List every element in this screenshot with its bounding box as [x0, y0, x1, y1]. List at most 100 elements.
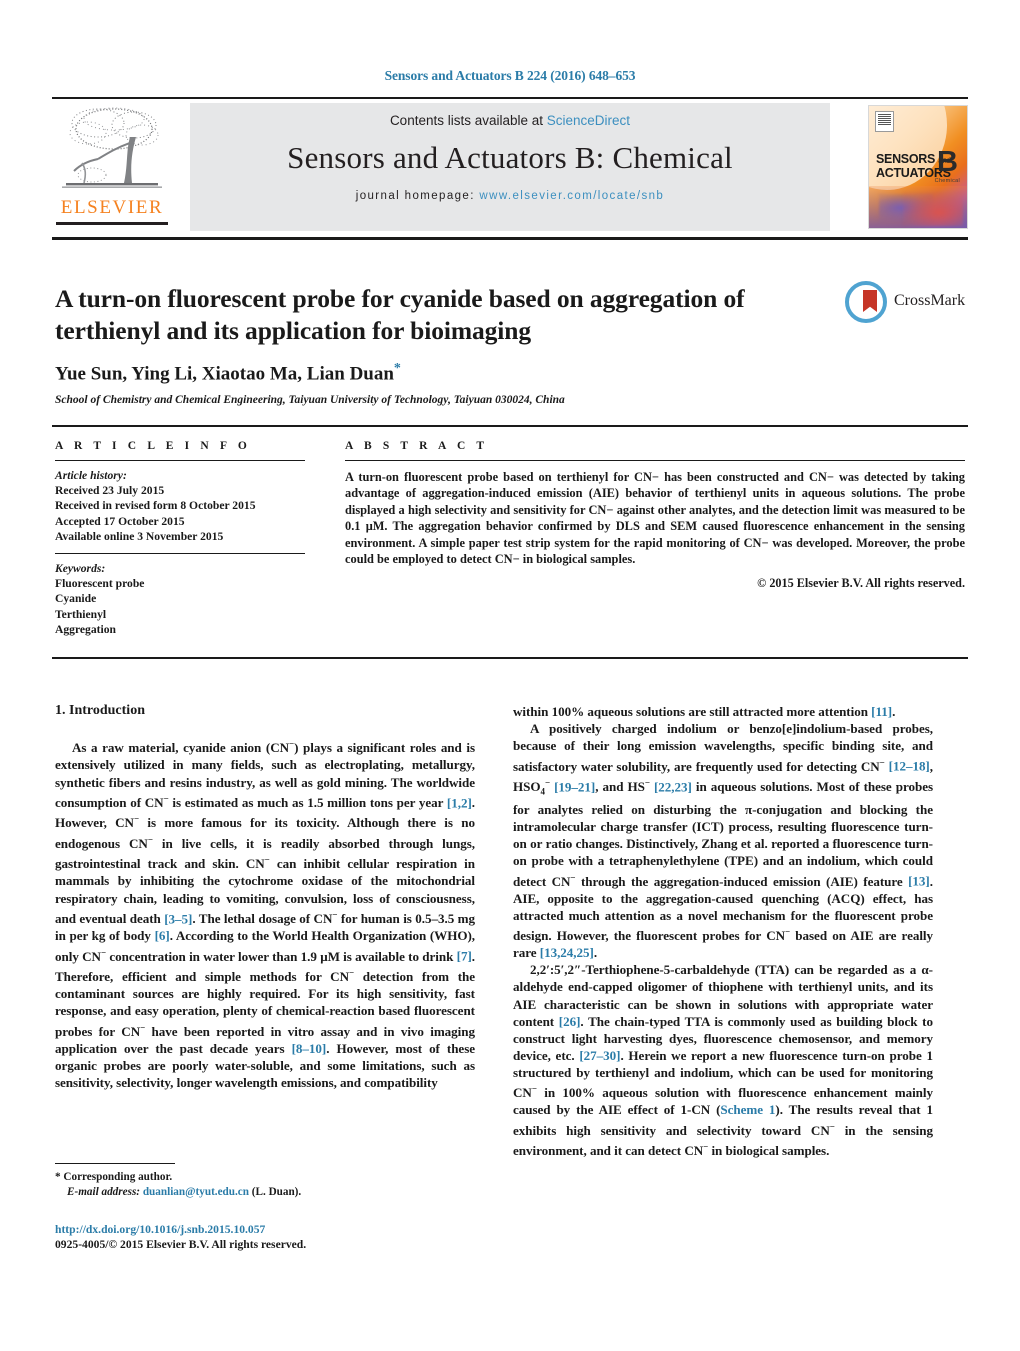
history-item: Received in revised form 8 October 2015 [55, 499, 256, 513]
citation-6[interactable]: [6] [155, 928, 170, 943]
cover-elsevier-mark-icon [875, 111, 894, 132]
crossmark-circle-icon [845, 281, 887, 323]
abstract-column: A B S T R A C T A turn-on fluorescent pr… [345, 440, 965, 591]
minus-superscript: − [147, 834, 153, 845]
elsevier-tree-icon [52, 103, 170, 199]
keyword-item: Aggregation [55, 622, 116, 636]
intro-paragraph-3: 2,2′:5′,2″-Terthiophene-5-carbaldehyde (… [513, 961, 933, 1159]
citation-3-5[interactable]: [3–5] [164, 911, 192, 926]
crossmark-badge[interactable]: CrossMark [845, 281, 965, 335]
journal-article-page: Sensors and Actuators B 224 (2016) 648–6… [0, 0, 1020, 1351]
issn-copyright-line: 0925-4005/© 2015 Elsevier B.V. All right… [55, 1238, 307, 1251]
contents-prefix: Contents lists available at [389, 113, 547, 128]
minus-superscript: − [785, 926, 791, 937]
abstract-heading: A B S T R A C T [345, 440, 489, 452]
cover-subtitle: Chemical [934, 178, 960, 184]
citation-22-23[interactable]: [22,23] [654, 779, 692, 794]
citation-8-10[interactable]: [8–10] [292, 1041, 327, 1056]
crossmark-flag-icon [863, 290, 877, 312]
introduction-heading: 1. Introduction [55, 703, 145, 718]
minus-superscript: − [531, 1084, 537, 1095]
citation-1-2[interactable]: [1,2] [447, 795, 472, 810]
journal-masthead: ELSEVIER Contents lists available at Sci… [52, 103, 968, 231]
intro-p2-f: . [593, 945, 598, 961]
journal-title: Sensors and Actuators B: Chemical [287, 140, 733, 175]
author-list: Yue Sun, Ying Li, Xiaotao Ma, Lian Duan* [55, 361, 815, 385]
abstract-rule [345, 460, 965, 461]
corresponding-author-marker: * [393, 361, 401, 376]
sciencedirect-link[interactable]: ScienceDirect [547, 113, 630, 128]
keyword-item: Fluorescent probe [55, 577, 145, 591]
info-panel-top-rule [52, 425, 968, 427]
footer-doi-block: http://dx.doi.org/10.1016/j.snb.2015.10.… [55, 1222, 475, 1252]
minus-superscript: − [100, 947, 107, 958]
journal-cover-thumbnail: SENSORS and ACTUATORS B Chemical [868, 105, 968, 229]
body-column-right: within 100% aqueous solutions are still … [513, 703, 933, 1159]
article-info-column: A R T I C L E I N F O Article history: R… [55, 440, 305, 637]
intro-p1-cont: within 100% aqueous solutions are still … [513, 704, 872, 719]
intro-paragraph-1: As a raw material, cyanide anion (CN−) p… [55, 736, 475, 1091]
intro-p1-a: As a raw material, cyanide anion (CN−) p… [55, 739, 476, 810]
cover-line-1: SENSORS [876, 152, 936, 166]
intro-p2-c: , and HS− [595, 777, 650, 795]
journal-homepage-line: journal homepage: www.elsevier.com/locat… [190, 190, 830, 202]
citation-19-21[interactable]: [19–21] [554, 779, 595, 794]
minus-superscript: − [140, 1022, 146, 1033]
email-link[interactable]: duanlian@tyut.edu.cn [143, 1186, 249, 1198]
body-column-left: 1. Introduction As a raw material, cyani… [55, 703, 475, 1091]
minus-superscript: − [163, 793, 169, 804]
intro-p1-end: . [892, 704, 896, 719]
header-rule [52, 97, 968, 99]
citation-26[interactable]: [26] [559, 1014, 581, 1029]
intro-p2-a: A positively charged indolium or benzo[e… [513, 721, 933, 774]
footnote-rule [55, 1163, 175, 1164]
abstract-text: A turn-on fluorescent probe based on ter… [345, 470, 965, 567]
contents-available-line: Contents lists available at ScienceDirec… [190, 113, 830, 128]
minus-superscript: − [829, 1121, 835, 1132]
minus-superscript: − [544, 777, 551, 788]
article-info-heading: A R T I C L E I N F O [55, 440, 251, 452]
citation-27-30[interactable]: [27–30] [579, 1048, 620, 1063]
masthead-banner: Contents lists available at ScienceDirec… [190, 103, 830, 231]
keywords-separator-rule [55, 553, 305, 555]
intro-paragraph-1-continued: within 100% aqueous solutions are still … [513, 703, 933, 720]
keywords-group: Keywords: Fluorescent probe Cyanide Tert… [55, 561, 305, 637]
citation-12-18[interactable]: [12–18] [889, 759, 930, 774]
history-item: Accepted 17 October 2015 [55, 514, 185, 528]
email-note: E-mail address: duanlian@tyut.edu.cn (L.… [55, 1185, 475, 1200]
masthead-bottom-rule [52, 237, 968, 240]
abstract-copyright: © 2015 Elsevier B.V. All rights reserved… [757, 576, 965, 591]
citation-7[interactable]: [7] [457, 949, 472, 964]
intro-p1-e: . Therefore, efficient and simple method… [55, 948, 476, 1056]
author-names: Yue Sun, Ying Li, Xiaotao Ma, Lian Duan [55, 363, 394, 385]
article-history-label: Article history: [55, 469, 127, 482]
citation-11[interactable]: [11] [871, 704, 892, 719]
scheme-1-link[interactable]: Scheme 1 [720, 1102, 775, 1117]
minus-superscript: − [644, 777, 650, 788]
intro-paragraph-2: A positively charged indolium or benzo[e… [513, 720, 933, 961]
cover-series-letter: B [937, 146, 958, 178]
minus-superscript: − [703, 1142, 709, 1153]
keyword-item: Cyanide [55, 592, 97, 606]
minus-superscript: − [289, 739, 295, 749]
corresponding-author-note: * Corresponding author. [55, 1171, 173, 1183]
cover-blotch-red [903, 192, 963, 226]
footnote-block: * Corresponding author. E-mail address: … [55, 1170, 475, 1199]
article-history-group: Article history: Received 23 July 2015 R… [55, 468, 305, 544]
info-panel-bottom-rule [52, 657, 968, 659]
history-item: Received 23 July 2015 [55, 484, 165, 498]
intro-p1-b: . However, CN− is more famous for its to… [55, 795, 475, 926]
journal-homepage-link[interactable]: www.elsevier.com/locate/snb [479, 190, 664, 202]
article-info-rule [55, 460, 305, 461]
homepage-label: journal homepage: [355, 190, 480, 202]
elsevier-logo: ELSEVIER [52, 103, 172, 231]
intro-p2-d: in aqueous solutions. Most of these prob… [513, 779, 934, 889]
citation-13[interactable]: [13] [908, 874, 930, 889]
elsevier-wordmark: ELSEVIER [60, 197, 164, 218]
crossmark-label: CrossMark [894, 292, 966, 309]
email-label: E-mail address: [67, 1185, 143, 1198]
subscript-4: 4 [540, 786, 546, 797]
doi-link[interactable]: http://dx.doi.org/10.1016/j.snb.2015.10.… [55, 1223, 265, 1236]
citation-13-24-25[interactable]: [13,24,25] [540, 945, 594, 960]
minus-superscript: − [332, 909, 338, 920]
